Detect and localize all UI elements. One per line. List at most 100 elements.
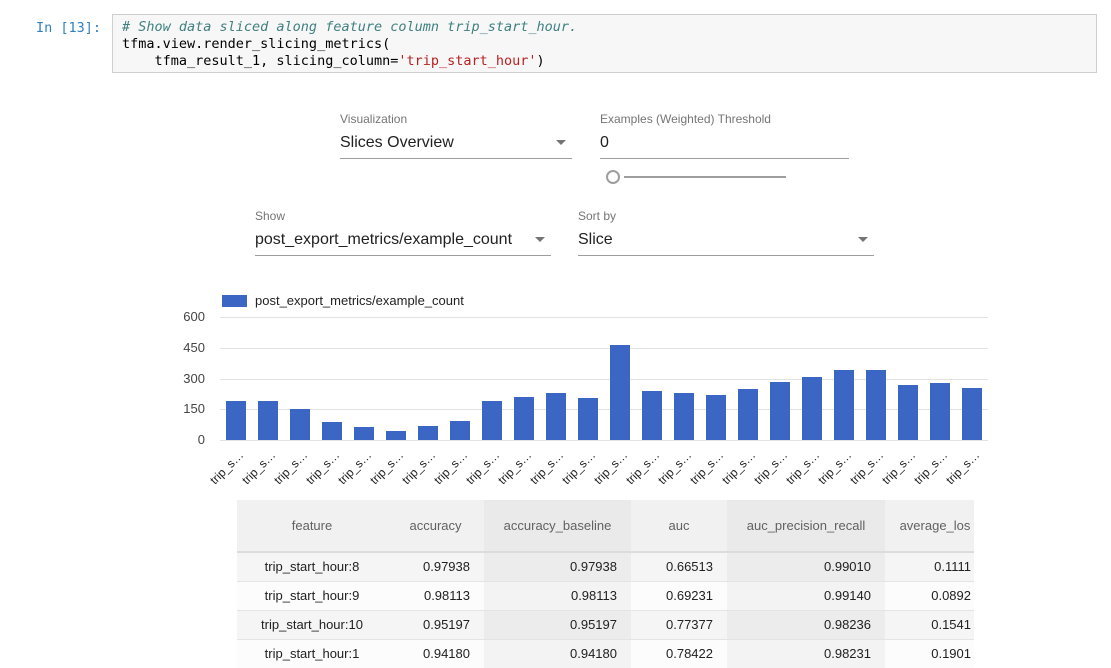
column-header-accuracy[interactable]: accuracy (387, 500, 484, 552)
table-row: trip_start_hour:90.981130.981130.692310.… (237, 581, 974, 610)
bar[interactable] (674, 393, 694, 440)
show-metric-dropdown[interactable]: Show post_export_metrics/example_count (255, 209, 551, 256)
bar[interactable] (482, 401, 502, 440)
table-row: trip_start_hour:10.941800.941800.784220.… (237, 639, 974, 668)
chart-legend: post_export_metrics/example_count (222, 293, 464, 308)
column-header-feature[interactable]: feature (237, 500, 387, 552)
x-axis-tick-label: trip_s… (495, 448, 534, 487)
bar[interactable] (514, 397, 534, 440)
threshold-label: Examples (Weighted) Threshold (600, 112, 849, 126)
slider-thumb[interactable] (606, 170, 620, 184)
x-axis-tick-label: trip_s… (431, 448, 470, 487)
x-axis-tick-label: trip_s… (847, 448, 886, 487)
bar[interactable] (450, 421, 470, 440)
bar-slot: trip_s… (252, 310, 284, 440)
visualization-dropdown[interactable]: Visualization Slices Overview (340, 112, 572, 159)
bar[interactable] (418, 426, 438, 440)
table-cell: 0.1541 (885, 610, 974, 639)
x-axis-tick-label: trip_s… (271, 448, 310, 487)
x-axis-tick-label: trip_s… (719, 448, 758, 487)
legend-label: post_export_metrics/example_count (255, 293, 464, 308)
table-cell: trip_start_hour:1 (237, 639, 387, 668)
bar[interactable] (226, 401, 246, 440)
table-cell: trip_start_hour:9 (237, 581, 387, 610)
bar-slot: trip_s… (956, 310, 988, 440)
chevron-down-icon[interactable] (556, 140, 566, 145)
bar[interactable] (770, 382, 790, 440)
table-cell: 0.0892 (885, 581, 974, 610)
x-axis-tick-label: trip_s… (367, 448, 406, 487)
y-axis-tick-label: 450 (140, 340, 205, 356)
bar[interactable] (322, 422, 342, 440)
bar[interactable] (386, 431, 406, 440)
bar[interactable] (578, 398, 598, 440)
code-line: tfma_result_1, slicing_column= (122, 53, 398, 69)
bar-slot: trip_s… (700, 310, 732, 440)
table-cell: 0.98236 (727, 610, 885, 639)
bar-slot: trip_s… (220, 310, 252, 440)
sort-by-label: Sort by (578, 209, 874, 223)
bar[interactable] (706, 395, 726, 440)
bar-slot: trip_s… (764, 310, 796, 440)
table-header-row: featureaccuracyaccuracy_baselineaucauc_p… (237, 500, 974, 552)
threshold-slider[interactable] (606, 169, 786, 185)
bar[interactable] (738, 389, 758, 440)
x-axis-tick-label: trip_s… (815, 448, 854, 487)
table-cell: 0.69231 (631, 581, 727, 610)
bar[interactable] (930, 383, 950, 440)
bar[interactable] (642, 391, 662, 440)
x-axis-tick-label: trip_s… (303, 448, 342, 487)
bar[interactable] (258, 401, 278, 440)
bar-chart: trip_s…trip_s…trip_s…trip_s…trip_s…trip_… (0, 310, 1111, 490)
bar-slot: trip_s… (572, 310, 604, 440)
code-string-literal: 'trip_start_hour' (398, 53, 536, 69)
table-cell: 0.94180 (387, 639, 484, 668)
x-axis-tick-label: trip_s… (751, 448, 790, 487)
bar-slot: trip_s… (828, 310, 860, 440)
column-header-accuracy_baseline[interactable]: accuracy_baseline (484, 500, 631, 552)
threshold-input[interactable]: 0 (600, 131, 849, 159)
sort-by-value[interactable]: Slice (578, 228, 874, 256)
bar-slot: trip_s… (540, 310, 572, 440)
sort-by-dropdown[interactable]: Sort by Slice (578, 209, 874, 256)
table-row: trip_start_hour:100.951970.951970.773770… (237, 610, 974, 639)
bar[interactable] (898, 385, 918, 440)
table-cell: 0.1901 (885, 639, 974, 668)
table-cell: 0.95197 (484, 610, 631, 639)
gridline (220, 440, 988, 441)
show-label: Show (255, 209, 551, 223)
column-header-average_los[interactable]: average_los (885, 500, 974, 552)
code-cell-editor[interactable]: # Show data sliced along feature column … (112, 14, 1097, 73)
x-axis-tick-label: trip_s… (559, 448, 598, 487)
x-axis-tick-label: trip_s… (687, 448, 726, 487)
show-value[interactable]: post_export_metrics/example_count (255, 228, 551, 256)
bar[interactable] (866, 370, 886, 440)
bar[interactable] (546, 393, 566, 440)
bar[interactable] (834, 370, 854, 440)
column-header-auc[interactable]: auc (631, 500, 727, 552)
x-axis-tick-label: trip_s… (463, 448, 502, 487)
table-cell: 0.98113 (484, 581, 631, 610)
bar[interactable] (354, 427, 374, 440)
visualization-value[interactable]: Slices Overview (340, 131, 572, 159)
slider-track[interactable] (624, 176, 786, 178)
table-cell: trip_start_hour:8 (237, 552, 387, 581)
bar-slot: trip_s… (924, 310, 956, 440)
bar[interactable] (962, 388, 982, 440)
table-cell: 0.99140 (727, 581, 885, 610)
x-axis-tick-label: trip_s… (911, 448, 950, 487)
table-row: trip_start_hour:80.979380.979380.665130.… (237, 552, 974, 581)
x-axis-tick-label: trip_s… (591, 448, 630, 487)
column-header-auc_precision_recall[interactable]: auc_precision_recall (727, 500, 885, 552)
metrics-table-container: featureaccuracyaccuracy_baselineaucauc_p… (237, 500, 974, 668)
chevron-down-icon[interactable] (535, 237, 545, 242)
x-axis-tick-label: trip_s… (655, 448, 694, 487)
threshold-field[interactable]: Examples (Weighted) Threshold 0 (600, 112, 849, 159)
bar-slot: trip_s… (732, 310, 764, 440)
bar-slot: trip_s… (412, 310, 444, 440)
chevron-down-icon[interactable] (858, 237, 868, 242)
bar[interactable] (610, 345, 630, 440)
bar[interactable] (290, 409, 310, 440)
bar[interactable] (802, 377, 822, 440)
code-line: ) (537, 53, 545, 69)
